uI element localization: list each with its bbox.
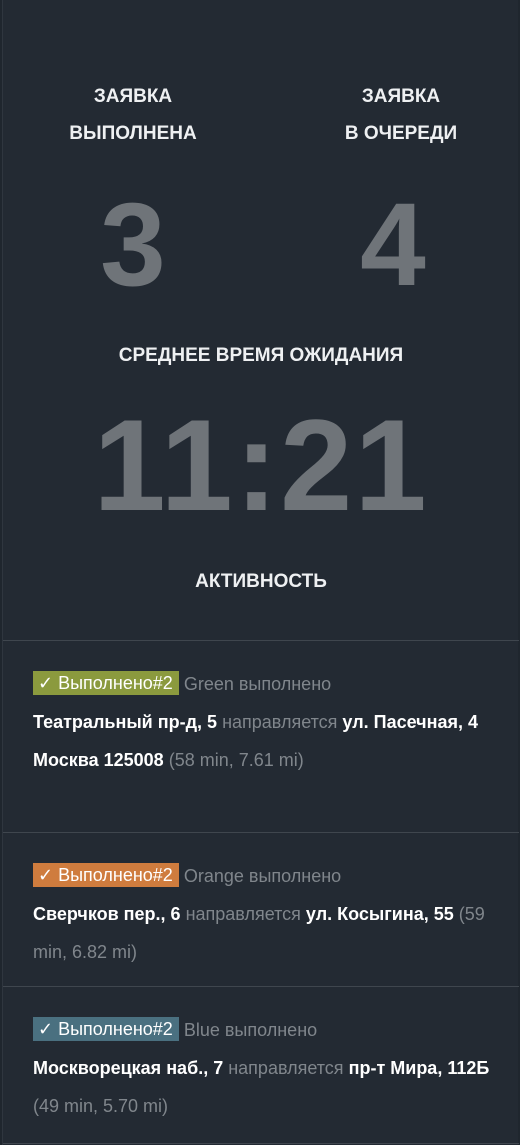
destination-address: ул. Косыгина, 55 (305, 904, 454, 924)
status-badge: ✓ Выполнено#2 (33, 671, 179, 695)
status-badge: ✓ Выполнено#2 (33, 1017, 179, 1041)
trip-meta: (58 min, 7.61 mi) (168, 750, 304, 770)
activity-heading: АКТИВНОСТЬ (195, 571, 327, 592)
activity-item[interactable]: ✓ Выполнено#2 Blue выполнено Москворецка… (3, 986, 519, 1144)
destination-address: пр-т Мира, 112Б (348, 1058, 490, 1078)
completed-count: 3 (100, 179, 166, 311)
completed-label: ЗАЯВКА ВЫПОЛНЕНА (69, 86, 197, 144)
activity-feed: ✓ Выполнено#2 Green выполнено Театральны… (3, 640, 519, 1144)
status-text: Green выполнено (183, 674, 332, 694)
status-text: Blue выполнено (183, 1020, 318, 1040)
direction-verb: направляется (222, 712, 338, 732)
direction-verb: направляется (185, 904, 301, 924)
origin-address: Театральный пр-д, 5 (33, 712, 218, 732)
activity-item[interactable]: ✓ Выполнено#2 Green выполнено Театральны… (3, 640, 519, 832)
direction-verb: направляется (228, 1058, 344, 1078)
trip-meta: (49 min, 5.70 mi) (33, 1096, 169, 1116)
stat-labels: ЗАЯВКА ВЫПОЛНЕНА ЗАЯВКА В ОЧЕРЕДИ (3, 78, 518, 148)
queue-label: ЗАЯВКА В ОЧЕРЕДИ (344, 86, 458, 144)
origin-address: Москворецкая наб., 7 (33, 1058, 224, 1078)
origin-address: Сверчков пер., 6 (33, 904, 181, 924)
avg-wait-label: СРЕДНЕЕ ВРЕМЯ ОЖИДАНИЯ (118, 345, 404, 366)
queue-count: 4 (360, 179, 426, 311)
dashboard-panel: ЗАЯВКА ВЫПОЛНЕНА ЗАЯВКА В ОЧЕРЕДИ 3 4 СР… (2, 0, 519, 1145)
status-badge: ✓ Выполнено#2 (33, 863, 179, 887)
activity-item[interactable]: ✓ Выполнено#2 Orange выполнено Сверчков … (3, 832, 519, 986)
status-text: Orange выполнено (183, 866, 342, 886)
avg-wait-time: 11:21 (93, 392, 429, 538)
